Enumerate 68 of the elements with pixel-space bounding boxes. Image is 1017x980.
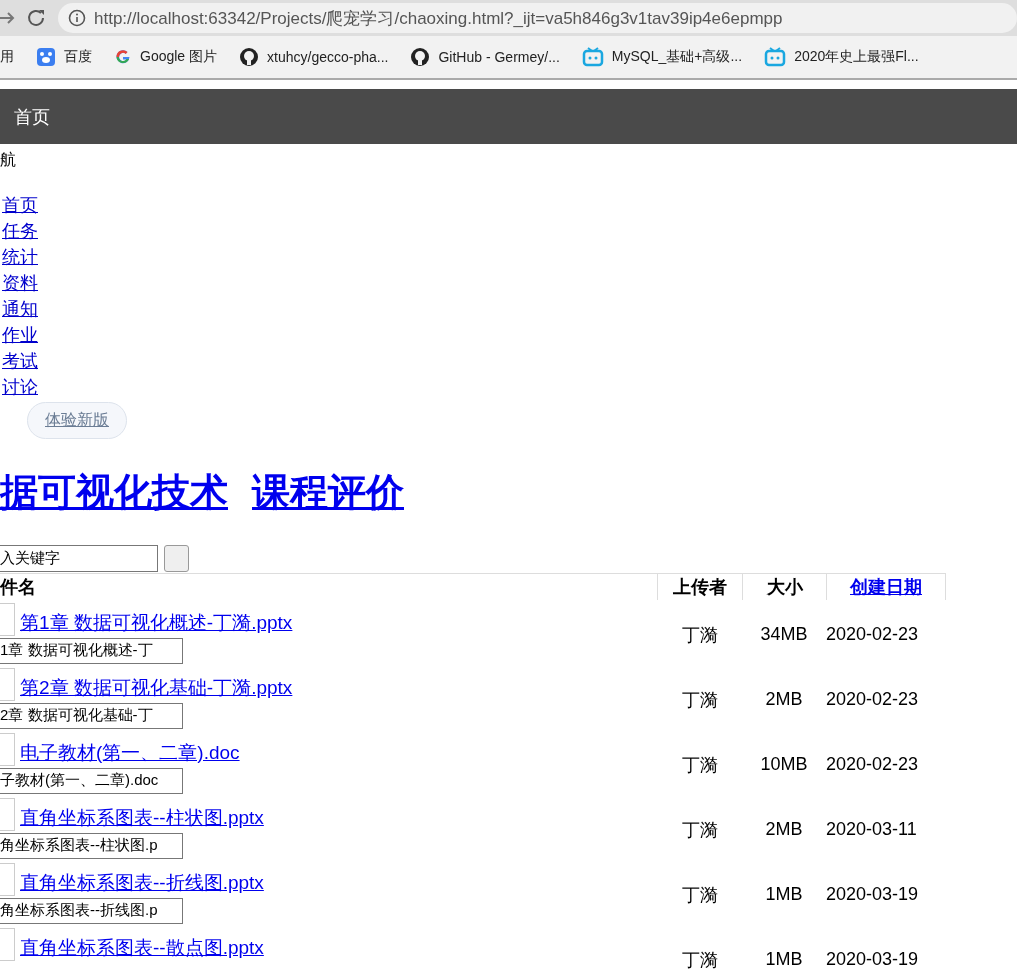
file-name-field[interactable]: 角坐标系图表--折线图.p [0,897,183,924]
date-cell-text: 2020-03-19 [826,948,920,971]
forward-icon[interactable] [0,10,16,26]
uploader-cell-text: 丁漪 [680,948,719,972]
uploader-cell-text: 丁漪 [680,688,719,712]
file-link[interactable]: 电子教材(第一、二章).doc [20,740,240,766]
file-name-field[interactable]: 1章 数据可视化概述-丁 [0,637,183,664]
file-thumbnail [0,928,15,961]
paw-icon [36,47,56,67]
file-thumbnail [0,733,15,766]
nav-label: 航 [0,150,17,170]
nav-link[interactable]: 首页 [2,192,38,218]
bookmark[interactable]: MySQL_基础+高级... [581,47,743,67]
date-cell-text: 2020-03-11 [826,818,918,841]
size-cell-text: 2MB [764,818,804,841]
column-header: 件名 [0,576,37,599]
search-button[interactable] [164,545,189,572]
file-link[interactable]: 第1章 数据可视化概述-丁漪.pptx [20,610,293,636]
nav-link[interactable]: 通知 [2,296,38,322]
url-text: http://localhost:63342/Projects/爬宠学习/chaoxing.html?_ijt=va5h846g3v1tav39ip4e6epmpp [94,7,783,30]
column-header: 上传者 [657,574,742,600]
nav-link[interactable]: 考试 [2,348,38,374]
nav-link[interactable]: 讨论 [2,374,38,400]
tv-icon [581,47,604,67]
file-thumbnail [0,668,15,701]
bookmark[interactable]: GitHub - Germey/... [410,47,560,67]
uploader-cell-text: 丁漪 [680,623,719,647]
uploader-cell-text: 丁漪 [680,818,719,842]
size-cell-text: 2MB [764,688,804,711]
file-name-field[interactable]: 2章 数据可视化基础-丁 [0,702,183,729]
uploader-cell-text: 丁漪 [680,883,719,907]
file-thumbnail [0,863,15,896]
nav-link[interactable]: 任务 [2,218,38,244]
size-cell-text: 10MB [759,753,809,776]
nav-link[interactable]: 统计 [2,244,38,270]
file-link[interactable]: 直角坐标系图表--柱状图.pptx [20,805,264,831]
new-version-button[interactable]: 体验新版 [27,402,127,439]
bookmark[interactable]: xtuhcy/gecco-pha... [239,47,389,67]
file-link[interactable]: 第2章 数据可视化基础-丁漪.pptx [20,675,293,701]
column-header: 大小 [742,574,826,600]
file-name-field[interactable]: 角坐标系图表--柱状图.p [0,832,183,859]
bookmark[interactable]: 用 [0,48,14,66]
date-cell-text: 2020-03-19 [826,883,920,906]
file-link[interactable]: 直角坐标系图表--散点图.pptx [20,935,264,961]
file-link[interactable]: 直角坐标系图表--折线图.pptx [20,870,264,896]
heading-link[interactable]: 课程评价 [252,466,404,518]
bookmark[interactable]: 百度 [36,47,92,67]
column-sort-link[interactable]: 创建日期 [850,575,922,599]
address-bar[interactable]: http://localhost:63342/Projects/爬宠学习/chaoxing.html?_ijt=va5h846g3v1tav39ip4e6epmpp [58,3,1017,33]
date-cell-text: 2020-02-23 [826,753,920,776]
uploader-cell-text: 丁漪 [680,753,719,777]
tv-icon [764,47,787,67]
file-thumbnail [0,603,15,636]
header-title: 首页 [14,105,50,129]
search-field[interactable]: 入关键字 [0,545,158,572]
size-cell-text: 1MB [764,948,804,971]
nav-link[interactable]: 资料 [2,270,38,296]
size-cell-text: 34MB [759,623,809,646]
info-icon [68,9,86,27]
file-thumbnail [0,798,15,831]
google-g-icon [114,48,132,66]
file-name-field[interactable]: 子教材(第一、二章).doc [0,767,183,794]
bookmark[interactable]: Google 图片 [114,48,218,66]
size-cell-text: 1MB [764,883,804,906]
date-cell-text: 2020-02-23 [826,688,920,711]
nav-link[interactable]: 作业 [2,322,38,348]
bookmark[interactable]: 2020年史上最强Fl... [764,47,919,67]
date-cell-text: 2020-02-23 [826,623,920,646]
